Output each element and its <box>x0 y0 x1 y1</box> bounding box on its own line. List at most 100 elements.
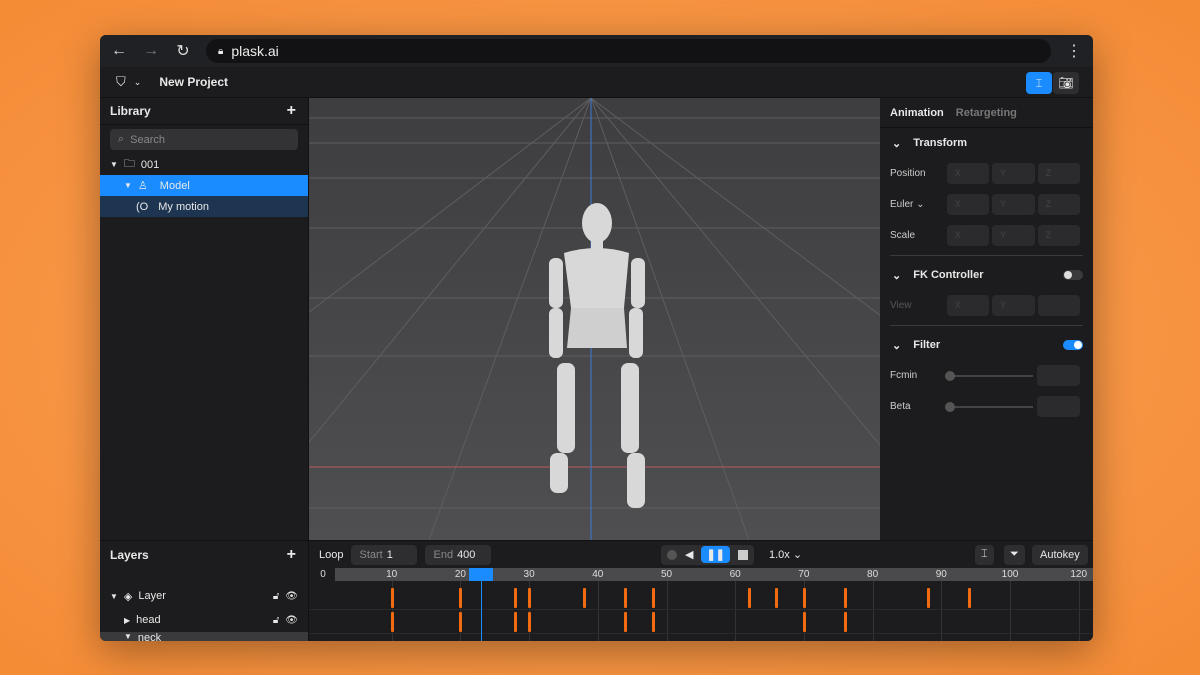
keyframe[interactable] <box>802 588 806 608</box>
keyframe[interactable] <box>747 588 751 608</box>
row-label: Position <box>890 168 926 179</box>
url-text: plask.ai <box>231 43 279 59</box>
filter-toggle[interactable] <box>1063 340 1083 350</box>
keyframe-track[interactable] <box>309 586 1093 610</box>
keyframe[interactable] <box>926 588 930 608</box>
axis-field[interactable]: Y <box>992 225 1035 246</box>
insert-key-button[interactable]: ⌶ <box>975 544 994 565</box>
end-field[interactable]: End 400 <box>425 544 492 565</box>
keyframe[interactable] <box>775 588 779 608</box>
keyframe[interactable] <box>844 588 848 608</box>
keyframe[interactable] <box>459 588 463 608</box>
start-value: 1 <box>386 548 393 561</box>
add-icon[interactable]: + <box>287 102 296 120</box>
back-icon[interactable]: ← <box>110 42 128 60</box>
section-title: Transform <box>913 137 968 149</box>
axis-field[interactable]: Y <box>992 194 1035 215</box>
chevron-down-icon[interactable]: ⌄ <box>916 199 924 210</box>
axis-field[interactable]: X <box>946 225 990 246</box>
chevron-down-icon[interactable]: ⌄ <box>134 77 142 88</box>
lock-icon: 🔒︎ <box>218 45 224 57</box>
layer-row[interactable]: ▶ head 🔓︎ 👁︎ <box>100 608 308 632</box>
record-icon[interactable] <box>667 549 677 560</box>
tree-item-folder[interactable]: ▼ 🗀︎ 001 <box>100 154 308 175</box>
add-icon[interactable]: + <box>287 546 296 564</box>
axis-field[interactable]: Z <box>1037 194 1081 215</box>
forward-icon[interactable]: → <box>142 42 160 60</box>
beta-slider[interactable] <box>945 401 1033 412</box>
end-label: End <box>433 548 454 561</box>
fk-toggle[interactable] <box>1063 270 1083 280</box>
tab-animation[interactable]: Animation <box>890 107 944 119</box>
caret-down-icon: ▼ <box>110 591 118 601</box>
view-y-field[interactable]: Y <box>992 295 1035 316</box>
gizmo-button[interactable]: ⌶ <box>1026 72 1052 94</box>
3d-viewport[interactable] <box>309 98 880 540</box>
chevron-down-icon[interactable]: ⌄ <box>892 137 901 150</box>
keyframe[interactable] <box>651 612 655 632</box>
axis-field[interactable]: Y <box>992 163 1035 184</box>
timeline-ruler[interactable] <box>335 568 1093 581</box>
keyframe[interactable] <box>514 588 518 608</box>
play-reverse-icon[interactable]: ◀ <box>685 548 693 561</box>
unlock-icon[interactable]: 🔓︎ <box>273 615 279 626</box>
keyframe[interactable] <box>528 612 532 632</box>
keyframe[interactable] <box>624 588 628 608</box>
tree-label: Model <box>159 179 190 192</box>
filter-key-button[interactable]: ⏷ <box>1004 544 1025 565</box>
tick-label: 20 <box>454 569 466 580</box>
autokey-button[interactable]: Autokey <box>1032 544 1088 565</box>
keyframe[interactable] <box>390 612 394 632</box>
axis-field[interactable]: Z <box>1037 163 1081 184</box>
project-title[interactable]: New Project <box>159 75 228 89</box>
reload-icon[interactable]: ↻ <box>174 41 192 61</box>
keyframe[interactable] <box>390 588 394 608</box>
tab-retargeting[interactable]: Retargeting <box>956 107 1017 119</box>
fcmin-field[interactable] <box>1037 365 1080 386</box>
insert-key-icon: ⌶ <box>981 548 988 560</box>
app-header: ⛉ ⌄ New Project <box>100 67 1093 98</box>
logo-icon[interactable]: ⛉ <box>116 74 126 90</box>
keyframe[interactable] <box>528 588 532 608</box>
search-input[interactable]: ⌕ Search <box>110 129 298 150</box>
view-color-select[interactable] <box>1037 295 1081 316</box>
camera-button[interactable]: 📷︎ <box>1053 72 1079 94</box>
axis-field[interactable]: X <box>946 163 990 184</box>
keyframe[interactable] <box>651 588 655 608</box>
tree-item-model[interactable]: ▼ ♙ Model <box>100 175 308 196</box>
layer-label: neck <box>137 632 162 641</box>
eye-icon[interactable]: 👁︎ <box>285 615 298 626</box>
keyframe[interactable] <box>624 612 628 632</box>
transform-row: Position X Y Z <box>880 158 1093 189</box>
keyframe[interactable] <box>967 588 971 608</box>
speed-select[interactable]: 1.0x ⌄ <box>769 548 802 561</box>
keyframe[interactable] <box>844 612 848 632</box>
stop-icon[interactable] <box>737 549 748 560</box>
fcmin-slider[interactable] <box>945 370 1033 381</box>
keyframe[interactable] <box>802 612 806 632</box>
section-title: Filter <box>913 338 941 351</box>
browser-window: ← → ↻ 🔒︎ plask.ai ⋮ ⛉ ⌄ New Project ⌶ 📷︎ L… <box>100 35 1093 641</box>
layer-row[interactable]: ▼ ◈ Layer 🔓︎ 👁︎ <box>100 584 308 608</box>
address-bar[interactable]: 🔒︎ plask.ai <box>206 39 1051 63</box>
beta-field[interactable] <box>1037 396 1080 417</box>
row-label[interactable]: Euler <box>890 199 913 210</box>
chevron-down-icon[interactable]: ⌄ <box>892 269 901 282</box>
tree-item-motion[interactable]: (O My motion <box>100 196 308 217</box>
unlock-icon[interactable]: 🔓︎ <box>273 591 279 602</box>
keyframe[interactable] <box>514 612 518 632</box>
axis-field[interactable]: X <box>946 194 990 215</box>
menu-icon[interactable]: ⋮ <box>1065 41 1083 61</box>
chevron-down-icon[interactable]: ⌄ <box>892 339 901 352</box>
layer-label: Layer <box>138 590 166 602</box>
layer-row[interactable]: ▼ neck <box>100 632 308 641</box>
keyframe[interactable] <box>583 588 587 608</box>
axis-field[interactable]: Z <box>1037 225 1081 246</box>
start-field[interactable]: Start 1 <box>351 544 418 565</box>
view-x-field[interactable]: X <box>946 295 990 316</box>
pause-button[interactable]: ❚❚ <box>701 546 730 563</box>
eye-icon[interactable]: 👁︎ <box>285 591 298 602</box>
start-label: Start <box>359 548 383 561</box>
keyframe-track[interactable] <box>309 610 1093 634</box>
keyframe[interactable] <box>459 612 463 632</box>
